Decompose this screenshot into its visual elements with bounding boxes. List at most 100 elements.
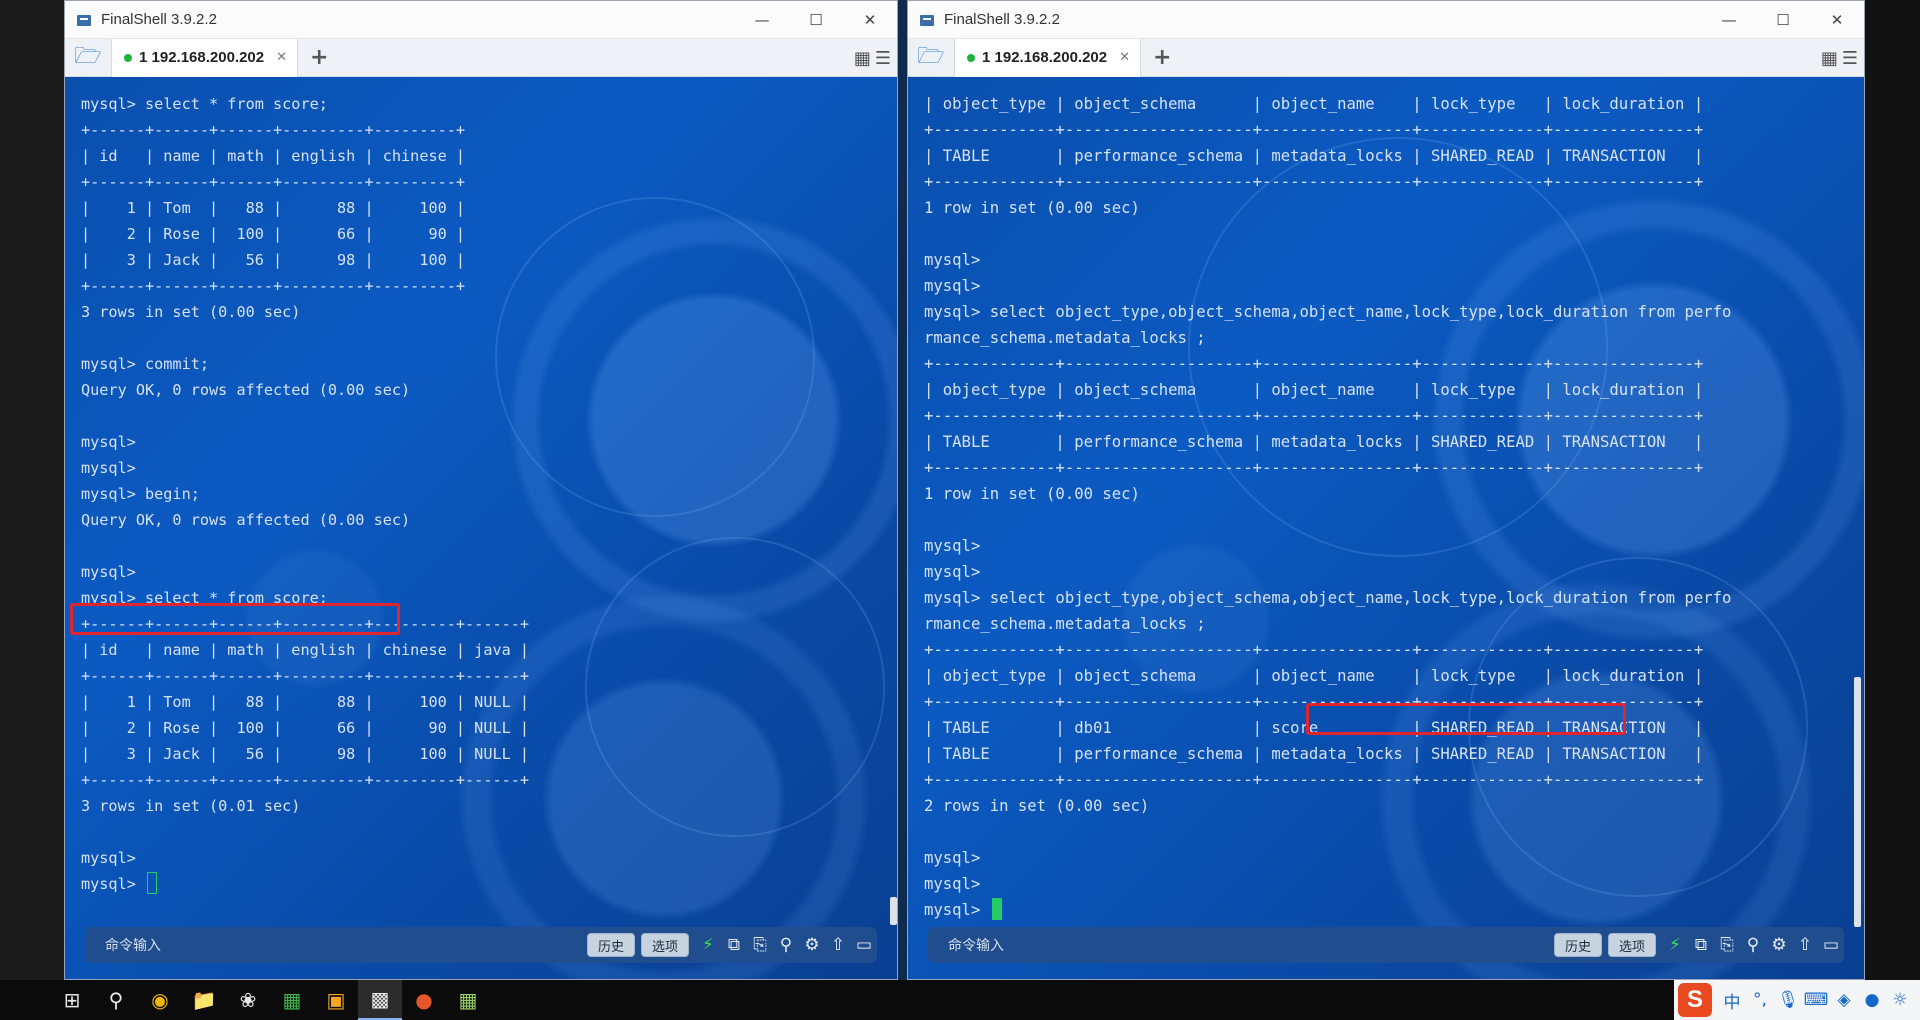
terminal-line: | object_type | object_schema | object_n… — [924, 381, 1704, 399]
app-icon[interactable]: ▣ — [314, 980, 358, 1020]
finalshell-icon — [77, 12, 93, 28]
keyboard-icon[interactable]: ⌨ — [1802, 990, 1830, 1010]
terminal-line: mysql> — [924, 563, 981, 581]
gamepad-icon[interactable]: ● — [1858, 990, 1886, 1010]
upload-icon[interactable]: ⇧ — [1792, 935, 1818, 955]
terminal-cursor — [991, 898, 1002, 920]
terminal-line: 1 row in set (0.00 sec) — [924, 485, 1140, 503]
history-button[interactable]: 历史 — [1553, 933, 1602, 957]
excel-icon[interactable]: ▦ — [270, 980, 314, 1020]
terminal-line: +------+------+------+---------+--------… — [81, 277, 466, 295]
powerpoint-icon[interactable]: ● — [402, 980, 446, 1020]
menu-icon[interactable]: ☰ — [875, 48, 891, 69]
microphone-icon[interactable]: 🎙 — [1774, 990, 1802, 1010]
terminal-line: | 2 | Rose | 100 | 66 | 90 | — [81, 225, 466, 243]
paste-icon[interactable]: ⎘ — [747, 935, 773, 955]
history-button[interactable]: 历史 — [586, 933, 635, 957]
shirt-icon[interactable]: ◈ — [1830, 990, 1858, 1010]
paste-icon[interactable]: ⎘ — [1714, 935, 1740, 955]
layout-controls: ▦ ☰ — [854, 48, 891, 69]
terminal-line: 3 rows in set (0.00 sec) — [81, 303, 301, 321]
tab-close-icon[interactable]: ✕ — [276, 50, 287, 65]
system-tray: S 中 °, 🎙 ⌨ ◈ ● ☼ — [1674, 980, 1920, 1020]
terminal-line: rmance_schema.metadata_locks ; — [924, 329, 1206, 347]
window-icon[interactable]: ▭ — [1818, 935, 1844, 955]
minimize-button[interactable]: — — [1702, 1, 1756, 39]
minimize-button[interactable]: — — [735, 1, 789, 39]
menu-icon[interactable]: ☰ — [1842, 48, 1858, 69]
connected-status-dot — [124, 53, 132, 62]
windows-start-icon[interactable]: ⊞ — [50, 980, 94, 1020]
tab-label: 1 192.168.200.202 — [139, 49, 265, 66]
app-icon[interactable]: ▦ — [446, 980, 490, 1020]
search-icon[interactable]: ⚲ — [773, 935, 799, 955]
maximize-button[interactable]: ☐ — [1756, 1, 1810, 39]
close-button[interactable]: ✕ — [1810, 1, 1864, 39]
app-icon[interactable]: ❀ — [226, 980, 270, 1020]
terminal-line: Query OK, 0 rows affected (0.00 sec) — [81, 381, 411, 399]
terminal-line: 1 row in set (0.00 sec) — [924, 199, 1140, 217]
tab-bar: 🗁 1 192.168.200.202 ✕ + ▦ ☰ — [65, 38, 897, 77]
tab-close-icon[interactable]: ✕ — [1119, 50, 1130, 65]
tab-bar: 🗁 1 192.168.200.202 ✕ + ▦ ☰ — [908, 38, 1864, 77]
search-icon[interactable]: ⚲ — [1740, 935, 1766, 955]
maximize-button[interactable]: ☐ — [789, 1, 843, 39]
terminal-output: mysql> select * from score; +------+-----… — [81, 91, 885, 897]
copy-icon[interactable]: ⧉ — [1688, 935, 1714, 955]
window-title: FinalShell 3.9.2.2 — [101, 11, 217, 28]
terminal-line: mysql> — [81, 433, 136, 451]
punctuation-icon[interactable]: °, — [1746, 990, 1774, 1010]
command-input[interactable]: 命令输入 — [948, 935, 1554, 955]
ime-chinese-icon[interactable]: 中 — [1718, 988, 1746, 1013]
folder-open-icon[interactable]: 🗁 — [908, 39, 954, 77]
search-icon[interactable]: ⚲ — [94, 980, 138, 1020]
highlight-box — [70, 603, 400, 635]
terminal-line: mysql> — [81, 849, 136, 867]
terminal-line: mysql> — [924, 875, 981, 893]
terminal-line: | id | name | math | english | chinese |… — [81, 641, 530, 659]
layout-grid-icon[interactable]: ▦ — [854, 48, 871, 69]
command-input-bar: 命令输入 历史 选项 ⚡ ⧉ ⎘ ⚲ ⚙ ⇧ ▭ — [85, 927, 877, 963]
add-tab-icon[interactable]: + — [310, 45, 328, 70]
upload-icon[interactable]: ⇧ — [825, 935, 851, 955]
tab-session[interactable]: 1 192.168.200.202 ✕ — [111, 38, 299, 77]
close-button[interactable]: ✕ — [843, 1, 897, 39]
terminal-line: mysql> select object_type,object_schema,… — [924, 303, 1732, 321]
chrome-icon[interactable]: ◉ — [138, 980, 182, 1020]
terminal-line: | 1 | Tom | 88 | 88 | 100 | — [81, 199, 466, 217]
sogou-icon[interactable]: S — [1678, 983, 1712, 1017]
finalshell-icon[interactable]: ▩ — [358, 980, 402, 1020]
scrollbar-thumb[interactable] — [1854, 677, 1861, 927]
terminal-area[interactable]: mysql> select * from score; +------+-----… — [65, 77, 897, 979]
terminal-line: mysql> — [924, 897, 1852, 923]
command-input[interactable]: 命令输入 — [105, 935, 587, 955]
terminal-line: | 3 | Jack | 56 | 98 | 100 | — [81, 251, 466, 269]
terminal-cursor — [147, 872, 158, 894]
terminal-line: Query OK, 0 rows affected (0.00 sec) — [81, 511, 411, 529]
terminal-line: | TABLE | performance_schema | metadata_… — [924, 147, 1704, 165]
window-icon[interactable]: ▭ — [851, 935, 877, 955]
add-tab-icon[interactable]: + — [1153, 45, 1171, 70]
terminal-line: +-------------+--------------------+----… — [924, 355, 1704, 373]
gear-icon[interactable]: ⚙ — [799, 935, 825, 955]
terminal-area[interactable]: | object_type | object_schema | object_n… — [908, 77, 1864, 979]
gear-icon[interactable]: ⚙ — [1766, 935, 1792, 955]
terminal-line: +------+------+------+---------+--------… — [81, 771, 530, 789]
terminal-line: +-------------+--------------------+----… — [924, 641, 1704, 659]
lightning-icon[interactable]: ⚡ — [1662, 935, 1688, 955]
copy-icon[interactable]: ⧉ — [721, 935, 747, 955]
lightning-icon[interactable]: ⚡ — [695, 935, 721, 955]
bulb-icon[interactable]: ☼ — [1886, 990, 1914, 1010]
file-explorer-icon[interactable]: 📁 — [182, 980, 226, 1020]
options-button[interactable]: 选项 — [1607, 933, 1656, 957]
terminal-line: 3 rows in set (0.01 sec) — [81, 797, 301, 815]
layout-grid-icon[interactable]: ▦ — [1821, 48, 1838, 69]
scrollbar-thumb[interactable] — [890, 897, 897, 925]
tab-session[interactable]: 1 192.168.200.202 ✕ — [954, 38, 1142, 77]
terminal-output: | object_type | object_schema | object_n… — [924, 91, 1852, 923]
terminal-line: +-------------+--------------------+----… — [924, 407, 1704, 425]
options-button[interactable]: 选项 — [640, 933, 689, 957]
folder-open-icon[interactable]: 🗁 — [65, 39, 111, 77]
